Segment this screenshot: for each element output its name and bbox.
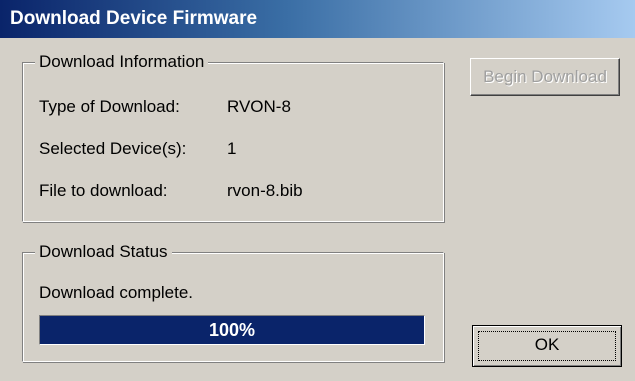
download-firmware-dialog: Download Device Firmware Download Inform… xyxy=(0,0,635,381)
selected-devices-label: Selected Device(s): xyxy=(39,139,187,158)
download-information-legend: Download Information xyxy=(35,51,209,73)
download-information-group: Download Information Type of Download: R… xyxy=(22,51,444,222)
download-status-message: Download complete. xyxy=(39,283,194,302)
ok-button[interactable]: OK xyxy=(472,325,622,367)
type-of-download-value: RVON-8 xyxy=(227,97,291,116)
begin-download-button[interactable]: Begin Download xyxy=(470,58,620,96)
type-of-download-label: Type of Download: xyxy=(39,97,180,116)
download-progress-bar: 100% xyxy=(39,315,425,345)
file-to-download-value: rvon-8.bib xyxy=(227,181,303,200)
progress-percent-label: 100% xyxy=(208,320,256,340)
dialog-title: Download Device Firmware xyxy=(0,0,635,38)
ok-button-focus-ring xyxy=(478,331,616,361)
download-status-legend: Download Status xyxy=(35,241,172,263)
file-to-download-label: File to download: xyxy=(39,181,168,200)
selected-devices-value: 1 xyxy=(227,139,237,158)
download-status-group: Download Status Download complete. 100% xyxy=(22,241,444,362)
